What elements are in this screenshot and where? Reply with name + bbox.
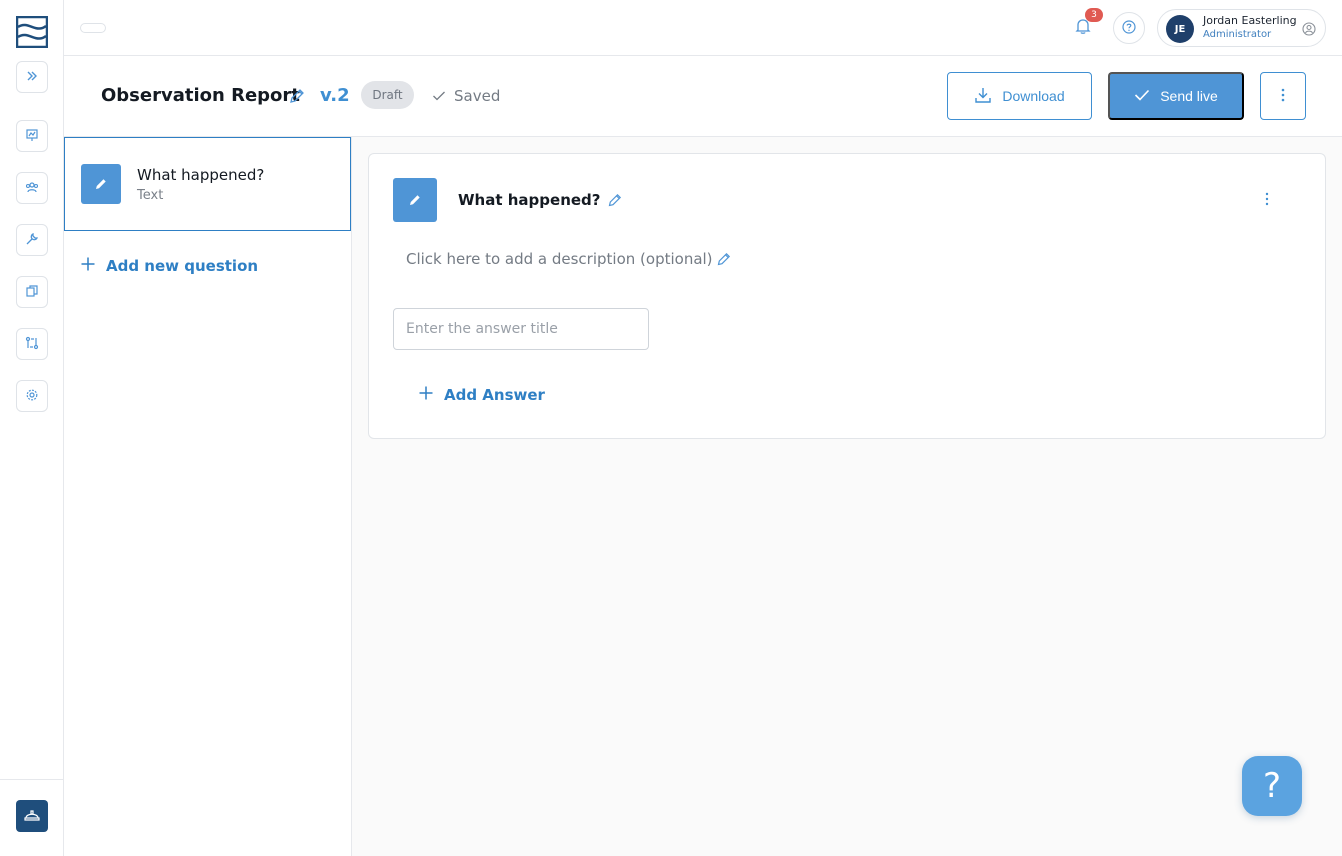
workflow-icon [25, 335, 39, 354]
copy-documents-icon [25, 283, 39, 302]
gear-icon [25, 387, 39, 406]
vertical-dots-icon [1281, 88, 1285, 105]
plus-icon [80, 256, 96, 276]
answer-title-input[interactable] [393, 308, 649, 350]
vertical-dots-icon [1265, 191, 1269, 210]
chevrons-right-icon [25, 68, 39, 87]
wrench-icon [25, 231, 39, 250]
download-icon [974, 86, 992, 107]
team-icon [25, 179, 39, 198]
page-title: Observation Report [101, 85, 300, 106]
question-editor-card: What happened? Click here to add a descr… [368, 153, 1326, 439]
question-circle-icon [1122, 19, 1136, 38]
app-logo[interactable] [15, 15, 49, 49]
check-icon [432, 87, 446, 106]
question-type: Text [137, 188, 164, 203]
download-label: Download [1002, 88, 1065, 104]
question-description[interactable]: Click here to add a description (optiona… [406, 250, 713, 268]
question-title: What happened? [137, 166, 265, 184]
add-new-question-label: Add new question [106, 257, 259, 275]
expand-sidebar-button[interactable] [16, 61, 48, 93]
question-title[interactable]: What happened? [458, 191, 600, 209]
sidebar-item-team[interactable] [16, 172, 48, 204]
save-status-text: Saved [454, 87, 501, 105]
left-nav-rail [0, 0, 64, 856]
sidebar-item-workflow[interactable] [16, 328, 48, 360]
question-list-panel: What happened? Text Add new question [64, 137, 352, 856]
user-menu[interactable]: JE Jordan Easterling Administrator [1157, 9, 1326, 47]
edit-question-pencil-icon[interactable] [607, 192, 623, 208]
sidebar-item-settings[interactable] [16, 380, 48, 412]
send-live-label: Send live [1160, 88, 1218, 104]
notification-count-badge: 3 [1085, 8, 1103, 22]
form-title-bar: Observation Report v.2 Draft Saved Downl… [64, 56, 1342, 137]
sidebar-item-presentation[interactable] [16, 120, 48, 152]
question-options-button[interactable] [1257, 190, 1277, 210]
help-chat-button[interactable]: ? [1242, 756, 1302, 816]
edit-title-pencil-icon[interactable] [288, 87, 306, 105]
user-role: Administrator [1203, 29, 1272, 40]
avatar: JE [1166, 15, 1194, 43]
send-live-button[interactable]: Send live [1108, 72, 1244, 120]
download-button[interactable]: Download [947, 72, 1092, 120]
add-answer-label: Add Answer [444, 386, 545, 404]
plus-icon [418, 385, 434, 405]
top-header: 3 JE Jordan Easterling Administrator [64, 0, 1342, 56]
pencil-icon [81, 164, 121, 204]
sidebar-item-tools[interactable] [16, 224, 48, 256]
user-name: Jordan Easterling [1203, 14, 1297, 27]
check-icon [1134, 88, 1150, 105]
user-circle-icon [1301, 21, 1317, 37]
header-toggle[interactable] [80, 23, 106, 33]
save-status: Saved [432, 86, 500, 106]
site-switcher-button[interactable] [16, 800, 48, 832]
hard-hat-icon [24, 807, 40, 826]
version-label[interactable]: v.2 [320, 85, 350, 106]
edit-description-pencil-icon[interactable] [716, 251, 732, 267]
add-new-question-button[interactable]: Add new question [80, 256, 258, 276]
rail-divider [0, 779, 63, 780]
list-item[interactable]: What happened? Text [64, 137, 351, 231]
more-options-button[interactable] [1260, 72, 1306, 120]
sidebar-item-documents[interactable] [16, 276, 48, 308]
add-answer-button[interactable]: Add Answer [418, 385, 545, 405]
help-button[interactable] [1113, 12, 1145, 44]
pencil-icon [393, 178, 437, 222]
presentation-chart-icon [25, 127, 39, 146]
status-badge: Draft [361, 81, 414, 109]
